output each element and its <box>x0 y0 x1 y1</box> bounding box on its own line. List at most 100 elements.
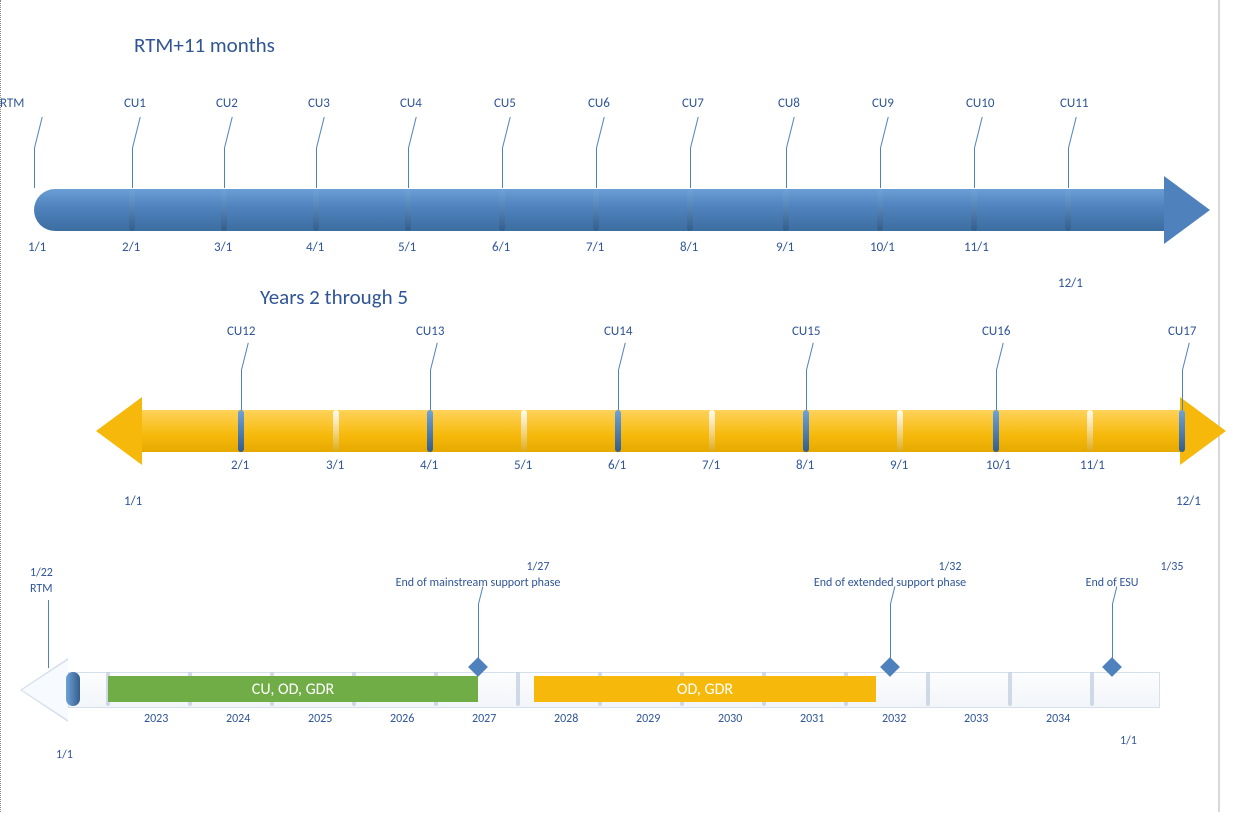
tl2-callout-line <box>1182 370 1183 410</box>
tl3-segment <box>926 672 930 706</box>
tl2-bottom-label: 6/1 <box>608 458 626 473</box>
tl3-top-date: 1/22 <box>30 566 53 580</box>
tl2-top-label: CU17 <box>1168 324 1196 339</box>
tl1-top-label: CU9 <box>872 96 894 111</box>
tl1-bottom-label: 10/1 <box>870 240 895 255</box>
tl3-band-yellow: OD, GDR <box>534 676 876 702</box>
tl3-top-label: RTM <box>30 582 53 596</box>
tl3-milestone-text: End of mainstream support phase <box>378 576 578 590</box>
tl1-segment <box>971 189 977 231</box>
left-dotted-edge <box>0 0 1 812</box>
tl3-year-label: 2029 <box>636 712 660 726</box>
tl1-bottom-label: 7/1 <box>586 240 604 255</box>
tl2-top-label: CU13 <box>416 324 444 339</box>
tl1-top-label: CU1 <box>124 96 146 111</box>
tl2-segment <box>238 410 244 452</box>
tl1-top-label: CU5 <box>494 96 516 111</box>
tl1-callout-line <box>34 148 35 188</box>
tl1-callout-slant <box>596 117 605 148</box>
tl2-callout-slant <box>241 343 249 370</box>
tl2-segment <box>897 410 903 452</box>
tl2-callout-slant <box>618 343 626 370</box>
tl2-bottom-label: 8/1 <box>796 458 814 473</box>
tl2-callout-line <box>618 370 619 410</box>
tl1-callout-slant <box>1068 117 1077 148</box>
tl3-left-bottom: 1/1 <box>56 748 73 762</box>
tl3-callout-line <box>1112 604 1113 660</box>
tl3-milestone-date: 1/35 <box>1072 560 1248 574</box>
tl2-bottom-label: 5/1 <box>514 458 532 473</box>
tl1-top-label: CU10 <box>966 96 994 111</box>
tl2-bottom-label: 10/1 <box>986 458 1011 473</box>
tl1-callout-line <box>596 148 597 188</box>
tl1-bottom-label: 2/1 <box>122 240 140 255</box>
tl1-segment <box>499 189 505 231</box>
tl3-right-bottom: 1/1 <box>1120 734 1137 748</box>
tl1-callout-slant <box>34 117 43 148</box>
tl2-segment <box>521 410 527 452</box>
tl2-callout-line <box>996 370 997 410</box>
tl2-segment <box>1087 410 1093 452</box>
tl3-milestone-text: End of extended support phase <box>790 576 990 590</box>
tl3-year-label: 2028 <box>554 712 578 726</box>
tl1-segment <box>687 189 693 231</box>
tl2-segment <box>1179 410 1185 452</box>
tl3-callout-line <box>478 604 479 660</box>
tl1-callout-slant <box>690 117 699 148</box>
tl2-bottom-label: 11/1 <box>1080 458 1105 473</box>
tl1-bottom-label: 6/1 <box>492 240 510 255</box>
title-rtm-11: RTM+11 months <box>134 32 275 58</box>
tl1-segment <box>593 189 599 231</box>
tl1-bottom-label: 8/1 <box>680 240 698 255</box>
tl1-callout-slant <box>786 117 795 148</box>
timeline-2-arrowhead-right-icon <box>1180 397 1226 465</box>
tl2-callout-slant <box>1182 343 1190 370</box>
tl1-segment <box>129 189 135 231</box>
timeline-2-bar <box>142 410 1180 452</box>
tl2-right-bottom-label: 12/1 <box>1176 494 1201 509</box>
tl1-callout-slant <box>224 117 233 148</box>
tl2-segment <box>615 410 621 452</box>
title-years-2-5: Years 2 through 5 <box>260 284 408 310</box>
tl1-callout-slant <box>880 117 889 148</box>
tl1-callout-line <box>132 148 133 188</box>
tl2-segment <box>803 410 809 452</box>
tl1-callout-line <box>690 148 691 188</box>
tl2-segment <box>427 410 433 452</box>
tl2-left-bottom-label: 1/1 <box>124 494 142 509</box>
tl3-segment <box>516 672 520 706</box>
tl1-callout-slant <box>502 117 511 148</box>
tl2-segment <box>709 410 715 452</box>
tl1-segment <box>1065 189 1071 231</box>
tl3-year-label: 2025 <box>308 712 332 726</box>
tl3-left-callout <box>48 600 49 668</box>
tl1-bottom-label: 3/1 <box>214 240 232 255</box>
tl1-segment <box>221 189 227 231</box>
tl2-callout-slant <box>806 343 814 370</box>
tl3-milestone-date: 1/27 <box>438 560 638 574</box>
tl3-year-label: 2024 <box>226 712 250 726</box>
tl1-callout-line <box>880 148 881 188</box>
tl2-callout-line <box>806 370 807 410</box>
tl1-callout-slant <box>408 117 417 148</box>
tl3-year-label: 2027 <box>472 712 496 726</box>
tl1-callout-line <box>974 148 975 188</box>
tl3-segment <box>1090 672 1094 706</box>
tl3-milestone-date: 1/32 <box>850 560 1050 574</box>
timeline-1-arrowhead-icon <box>1164 176 1210 244</box>
tl1-bottom-label: 5/1 <box>398 240 416 255</box>
tl1-callout-line <box>502 148 503 188</box>
tl1-callout-line <box>316 148 317 188</box>
tl1-bottom-label: 4/1 <box>306 240 324 255</box>
tl1-top-label: CU3 <box>308 96 330 111</box>
tl1-callout-line <box>224 148 225 188</box>
tl1-bottom-label: 1/1 <box>28 240 46 255</box>
tl2-top-label: CU12 <box>227 324 255 339</box>
tl1-segment <box>783 189 789 231</box>
tl3-year-label: 2034 <box>1046 712 1070 726</box>
tl2-callout-slant <box>430 343 438 370</box>
tl1-top-label: CU8 <box>778 96 800 111</box>
tl1-callout-line <box>408 148 409 188</box>
timeline-1-bar <box>34 189 1168 231</box>
tl2-callout-slant <box>996 343 1004 370</box>
